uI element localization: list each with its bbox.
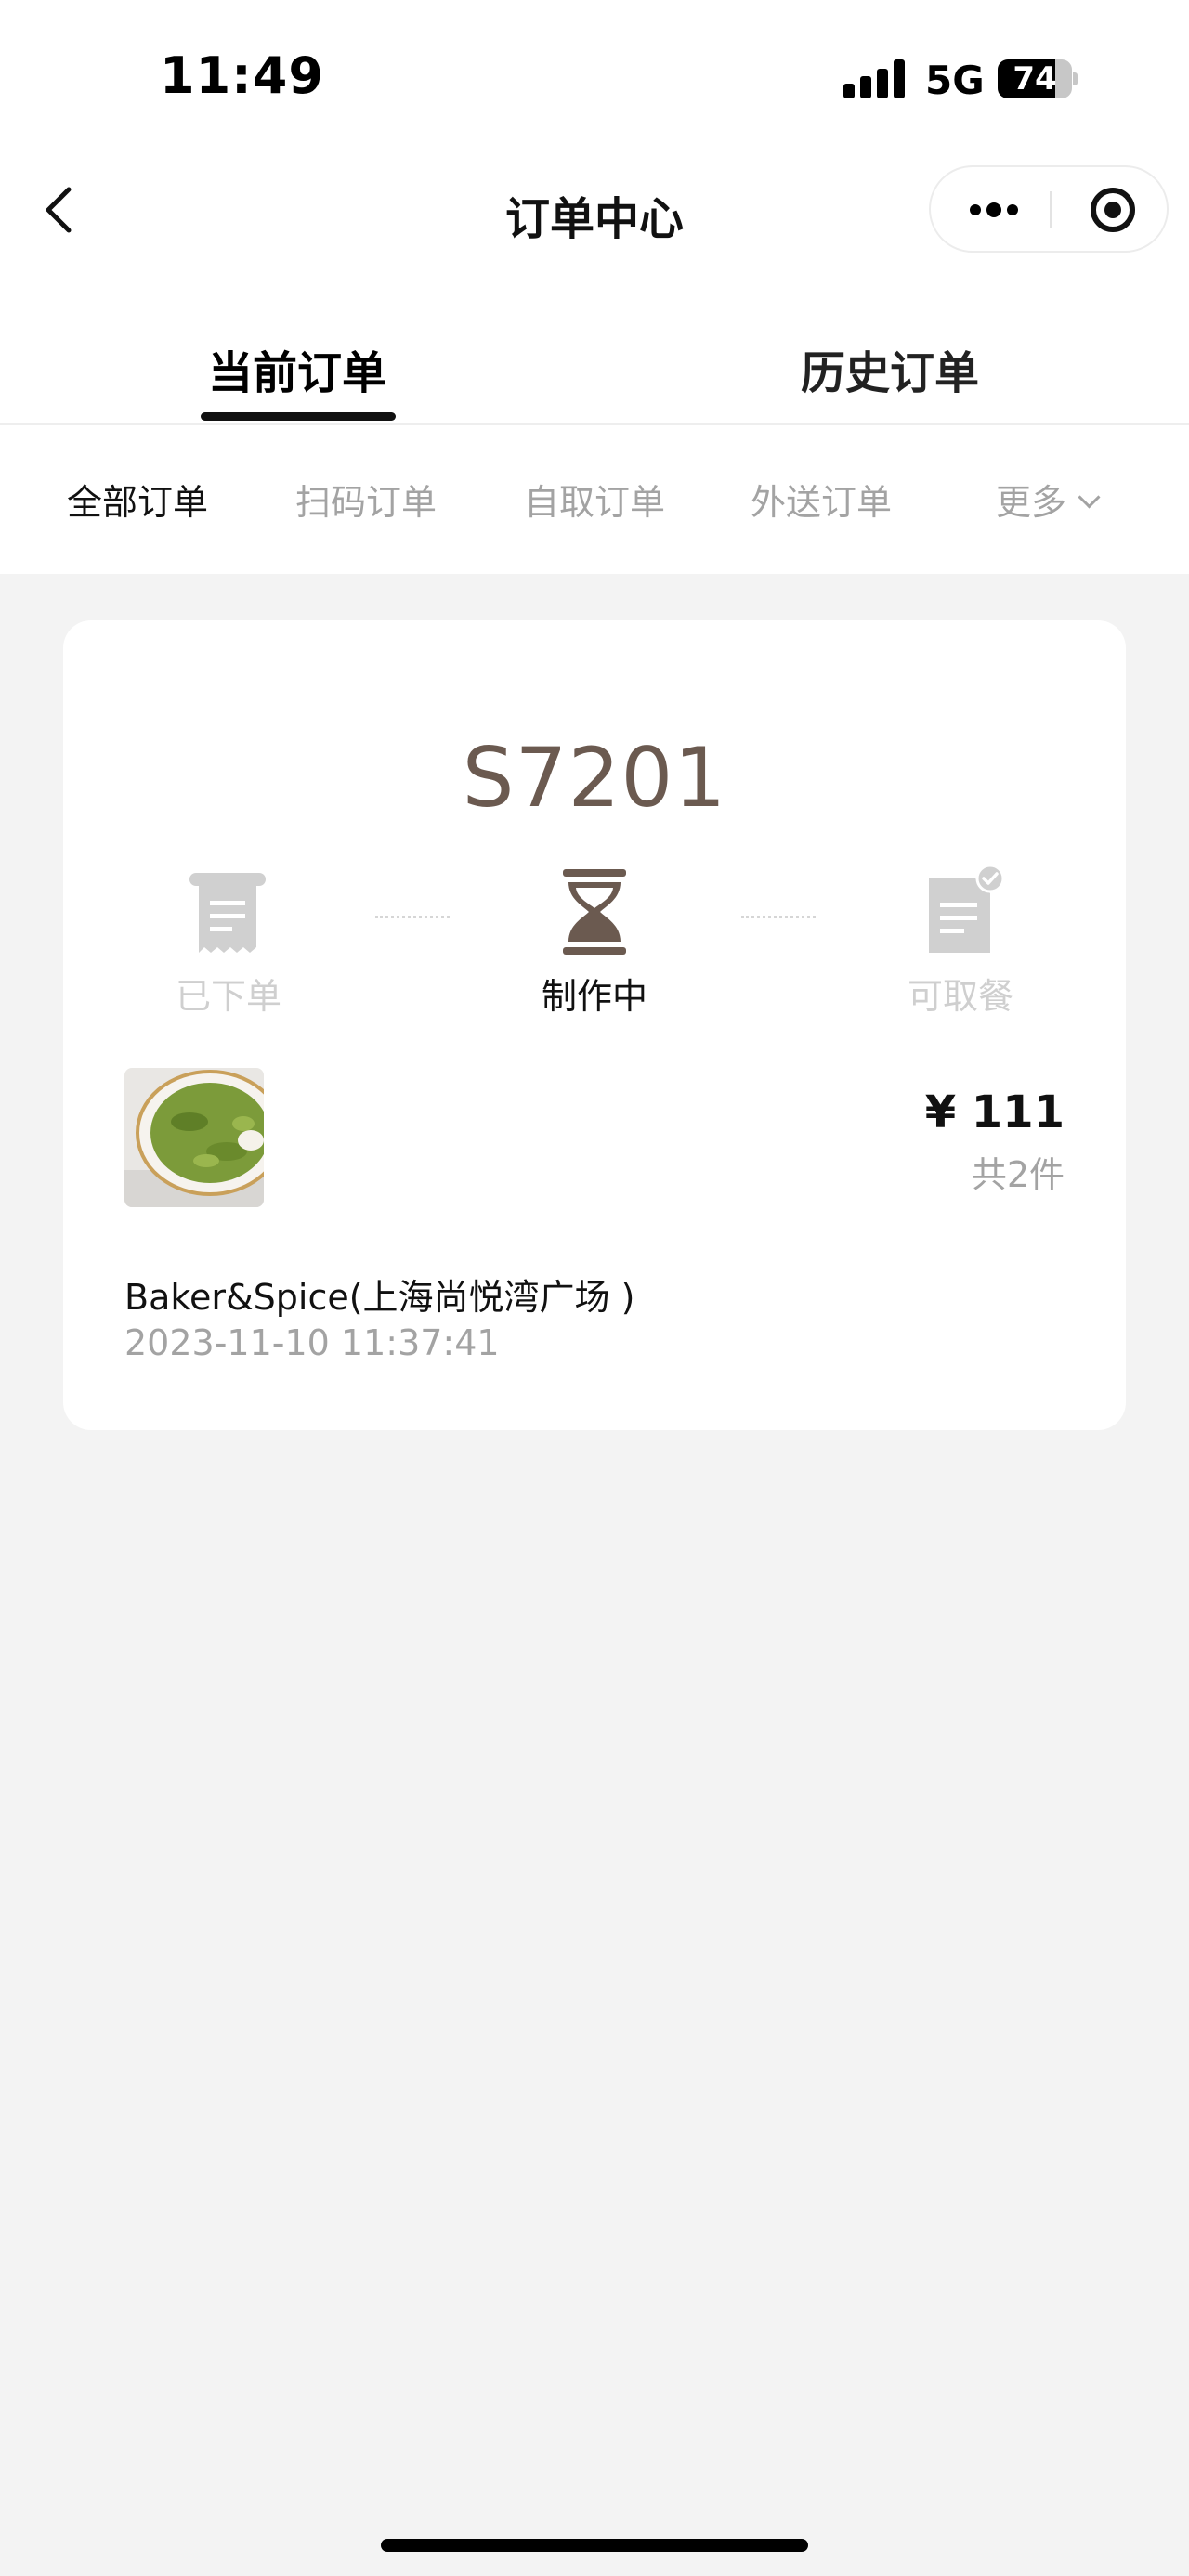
order-card[interactable]: S7201 已下单 制作中 可取餐 ¥ 111 共2件 Baker&Spice(… — [63, 620, 1126, 1430]
divider — [0, 423, 1189, 425]
network-label: 5G — [925, 58, 985, 103]
order-price: ¥ 111 — [924, 1086, 1065, 1138]
order-time: 2023-11-10 11:37:41 — [124, 1322, 500, 1363]
ready-check-icon — [929, 865, 1005, 953]
filter-more-label: 更多 — [996, 482, 1067, 523]
tab-current-orders[interactable]: 当前订单 — [204, 336, 390, 401]
tab-history-orders[interactable]: 历史订单 — [797, 336, 983, 401]
filter-more-dropdown[interactable]: 更多 — [996, 474, 1101, 525]
battery-icon: 74 — [998, 59, 1078, 98]
filter-scan-orders[interactable]: 扫码订单 — [295, 474, 437, 525]
hourglass-icon — [563, 869, 626, 955]
signal-icon — [843, 59, 907, 98]
mini-program-capsule — [929, 165, 1169, 253]
chevron-down-icon — [1078, 486, 1101, 509]
step-preparing-label: 制作中 — [541, 976, 647, 1017]
filter-pickup-orders[interactable]: 自取订单 — [524, 474, 665, 525]
step-connector — [375, 916, 450, 922]
status-time: 11:49 — [160, 46, 324, 105]
order-number: S7201 — [462, 730, 727, 826]
step-connector — [741, 916, 816, 922]
close-button[interactable] — [1089, 186, 1137, 234]
battery-level: 74 — [1013, 60, 1057, 98]
home-indicator — [381, 2539, 808, 2552]
store-name: Baker&Spice(上海尚悦湾广场 ) — [124, 1277, 635, 1318]
item-count: 共2件 — [971, 1154, 1065, 1195]
step-ready-label: 可取餐 — [907, 976, 1013, 1017]
target-circle-icon — [1091, 188, 1135, 232]
filter-delivery-orders[interactable]: 外送订单 — [751, 474, 892, 525]
more-button[interactable] — [931, 167, 1050, 251]
step-placed-label: 已下单 — [175, 976, 281, 1017]
filter-all-orders[interactable]: 全部订单 — [67, 474, 208, 525]
receipt-icon — [189, 873, 266, 953]
tab-underline — [201, 412, 396, 421]
product-thumbnail — [124, 1068, 264, 1207]
